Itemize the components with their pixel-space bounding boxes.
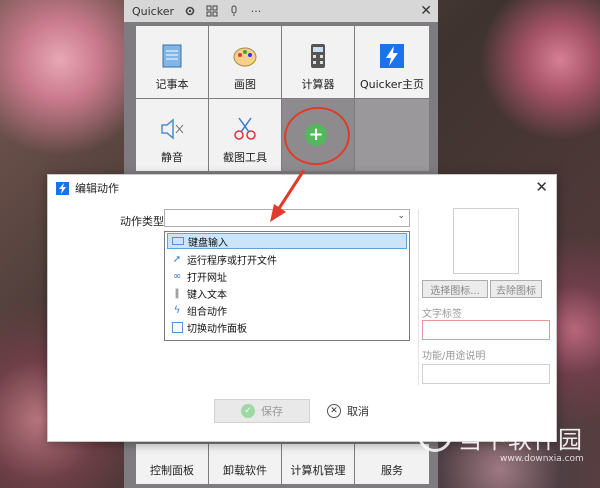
save-button[interactable]: ✓ 保存 — [214, 399, 310, 423]
close-icon[interactable]: ✕ — [535, 178, 548, 196]
lightning-icon — [380, 44, 404, 68]
empty-slot[interactable] — [355, 99, 429, 171]
quicker-title: Quicker — [132, 4, 175, 18]
text-label-field[interactable] — [422, 320, 550, 340]
microphone-icon[interactable] — [228, 5, 240, 17]
option-label: 组合动作 — [187, 306, 227, 318]
link-icon: ∞ — [172, 270, 182, 282]
panel-divider — [418, 209, 419, 385]
watermark-url: www.downxia.com — [500, 454, 584, 464]
tile-calculator[interactable]: 计算器 — [282, 26, 354, 98]
tile-label: 记事本 — [155, 78, 189, 91]
watermark-logo — [418, 418, 452, 452]
option-switch-panel[interactable]: 切换动作面板 — [167, 319, 407, 335]
cancel-button[interactable]: ✕ 取消 — [318, 399, 378, 423]
tile-label: Quicker主页 — [359, 78, 424, 91]
watermark-name: 当下软件园 — [458, 426, 583, 454]
tile-computer-management[interactable]: 计算机管理 — [282, 444, 354, 484]
tile-control-panel[interactable]: 控制面板 — [136, 444, 208, 484]
palette-icon — [233, 47, 257, 67]
option-run-program[interactable]: ➚ 运行程序或打开文件 — [167, 251, 407, 267]
scissors-icon — [234, 117, 256, 140]
option-keyboard-input[interactable]: 键盘输入 — [167, 233, 407, 249]
description-field[interactable] — [422, 364, 550, 384]
option-type-text[interactable]: ‖ 键入文本 — [167, 285, 407, 301]
more-icon[interactable]: ··· — [250, 5, 262, 18]
red-arrow-annotation — [270, 169, 306, 222]
lightning-icon — [56, 181, 69, 195]
action-type-label: 动作类型 — [120, 215, 164, 228]
tile-uninstall[interactable]: 卸载软件 — [209, 444, 281, 484]
option-combo-action[interactable]: ϟ 组合动作 — [167, 302, 407, 318]
gear-icon[interactable] — [184, 5, 196, 17]
option-label: 键入文本 — [187, 289, 227, 301]
calculator-icon — [311, 44, 325, 68]
action-type-dropdown: 键盘输入 ➚ 运行程序或打开文件 ∞ 打开网址 ‖ 键入文本 ϟ 组合动作 切换… — [164, 231, 410, 341]
close-circle-icon: ✕ — [327, 404, 341, 418]
tile-snipping-tool[interactable]: 截图工具 — [209, 99, 281, 171]
remove-icon-button[interactable]: 去除图标 — [490, 280, 542, 298]
tile-quicker-home[interactable]: Quicker主页 — [355, 26, 429, 98]
tile-label: 卸载软件 — [223, 464, 267, 477]
dialog-title: 编辑动作 — [75, 182, 119, 195]
tile-label: 控制面板 — [150, 464, 194, 477]
cancel-button-label: 取消 — [347, 405, 369, 418]
save-button-label: 保存 — [261, 405, 283, 418]
option-label: 键盘输入 — [188, 237, 228, 249]
lightning-icon: ϟ — [173, 304, 181, 316]
plus-icon[interactable]: + — [305, 124, 327, 146]
chevron-down-icon: ⌄ — [397, 211, 405, 221]
rocket-icon: ➚ — [172, 253, 182, 265]
icon-preview[interactable] — [453, 208, 519, 274]
keyboard-icon — [172, 235, 184, 247]
text-cursor-icon: ‖ — [174, 287, 180, 299]
tile-label: 画图 — [234, 78, 256, 91]
tile-label: 静音 — [161, 151, 183, 164]
option-label: 打开网址 — [187, 272, 227, 284]
close-icon[interactable]: ✕ — [420, 3, 432, 19]
tile-label: 截图工具 — [223, 151, 267, 164]
notepad-icon — [162, 44, 182, 68]
text-label-caption: 文字标签 — [422, 309, 462, 320]
option-open-url[interactable]: ∞ 打开网址 — [167, 268, 407, 284]
tile-label: 计算器 — [301, 78, 335, 91]
description-caption: 功能/用途说明 — [422, 351, 486, 362]
tile-paint[interactable]: 画图 — [209, 26, 281, 98]
panel-icon — [171, 321, 183, 333]
option-label: 运行程序或打开文件 — [187, 255, 277, 267]
grid-icon[interactable] — [206, 5, 218, 17]
select-icon-button[interactable]: 选择图标... — [422, 280, 488, 298]
quicker-titlebar: Quicker ··· ✕ — [124, 0, 438, 22]
tile-label: 服务 — [381, 464, 403, 477]
option-label: 切换动作面板 — [187, 323, 247, 335]
tile-notepad[interactable]: 记事本 — [136, 26, 208, 98]
tile-services[interactable]: 服务 — [355, 444, 429, 484]
dialog-titlebar: 编辑动作 — [56, 180, 119, 196]
tile-label: 计算机管理 — [290, 464, 346, 477]
check-icon: ✓ — [241, 404, 255, 418]
mute-icon — [161, 118, 184, 140]
tile-mute[interactable]: 静音 — [136, 99, 208, 171]
